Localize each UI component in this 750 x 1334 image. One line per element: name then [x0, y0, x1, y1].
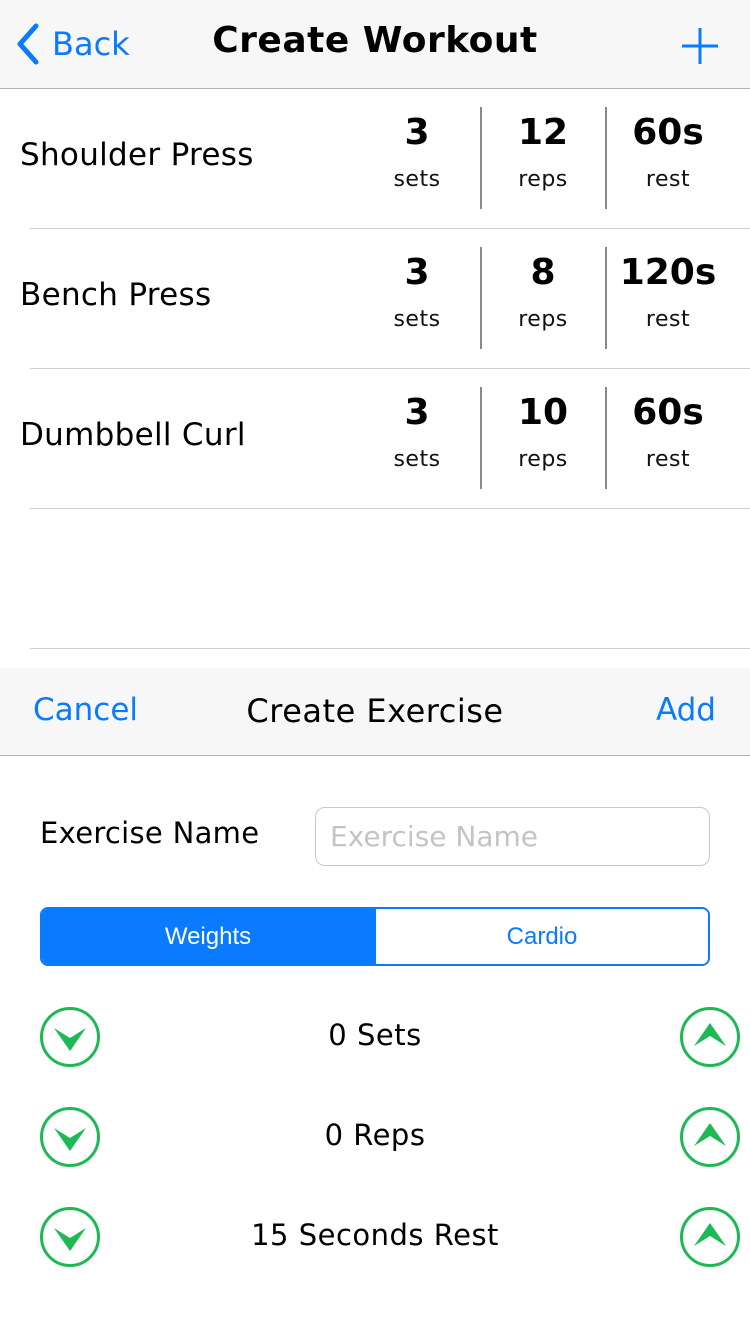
exercise-row[interactable]: Bench Press 3 sets 8 reps 120s rest — [0, 229, 750, 369]
empty-list-row — [0, 509, 750, 649]
segment-weights[interactable]: Weights — [42, 909, 374, 964]
rest-value: 60s — [632, 112, 704, 153]
reps-label: reps — [518, 447, 568, 472]
reps-value: 8 — [530, 252, 556, 293]
add-button[interactable]: Add — [656, 692, 716, 728]
exercise-name-input[interactable] — [315, 807, 710, 866]
sets-stat: 3 sets — [355, 247, 479, 349]
exercise-name-label: Exercise Name — [40, 816, 260, 850]
rest-value-label: 15 Seconds Rest — [251, 1218, 499, 1252]
reps-label: reps — [518, 167, 568, 192]
create-exercise-bar: Cancel Create Exercise Add — [0, 668, 750, 756]
rest-label: rest — [645, 307, 691, 332]
sets-stat: 3 sets — [355, 387, 479, 489]
chevron-up-circle-icon[interactable] — [679, 1006, 741, 1068]
exercise-name: Shoulder Press — [20, 137, 254, 173]
exercise-name: Dumbbell Curl — [20, 417, 246, 453]
sets-label: sets — [393, 307, 441, 332]
chevron-up-circle-icon[interactable] — [679, 1206, 741, 1268]
reps-stepper: 0 Reps — [0, 1106, 750, 1170]
sheet-title: Create Exercise — [246, 692, 504, 730]
sets-value-label: 0 Sets — [328, 1018, 422, 1052]
chevron-up-circle-icon[interactable] — [679, 1106, 741, 1168]
segment-cardio[interactable]: Cardio — [374, 909, 708, 964]
rest-value: 60s — [632, 392, 704, 433]
sets-value: 3 — [404, 112, 430, 153]
rest-stat: 60s rest — [605, 387, 729, 489]
exercise-list: Shoulder Press 3 sets 12 reps 60s rest B… — [0, 89, 750, 509]
plus-icon[interactable] — [680, 26, 720, 66]
navigation-bar: Back Create Workout — [0, 0, 750, 89]
reps-label: reps — [518, 307, 568, 332]
reps-stat: 10 reps — [480, 387, 604, 489]
sets-value: 3 — [404, 392, 430, 433]
rest-stat: 60s rest — [605, 107, 729, 209]
page-title: Create Workout — [212, 20, 538, 61]
reps-stat: 12 reps — [480, 107, 604, 209]
exercise-name: Bench Press — [20, 277, 212, 313]
rest-stat: 120s rest — [605, 247, 729, 349]
reps-value: 10 — [517, 392, 569, 433]
rest-stepper: 15 Seconds Rest — [0, 1206, 750, 1270]
exercise-row[interactable]: Dumbbell Curl 3 sets 10 reps 60s rest — [0, 369, 750, 509]
exercise-type-segmented-control: Weights Cardio — [40, 907, 710, 966]
sets-stepper: 0 Sets — [0, 1006, 750, 1070]
reps-value-label: 0 Reps — [324, 1118, 426, 1152]
exercise-row[interactable]: Shoulder Press 3 sets 12 reps 60s rest — [0, 89, 750, 229]
sets-value: 3 — [404, 252, 430, 293]
sets-stat: 3 sets — [355, 107, 479, 209]
reps-value: 12 — [517, 112, 569, 153]
sets-label: sets — [393, 167, 441, 192]
reps-stat: 8 reps — [480, 247, 604, 349]
rest-label: rest — [645, 447, 691, 472]
rest-value: 120s — [619, 252, 717, 293]
sets-label: sets — [393, 447, 441, 472]
rest-label: rest — [645, 167, 691, 192]
